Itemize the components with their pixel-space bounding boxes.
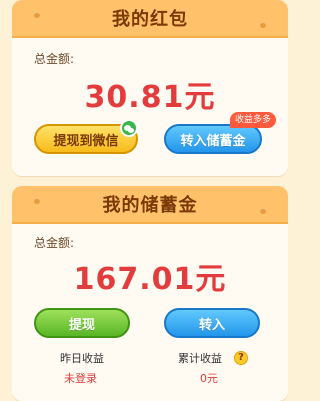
cumulative-earnings-label: 累计收益 [178,352,222,365]
nail-decoration [34,12,40,18]
savings-header: 我的储蓄金 [12,186,288,224]
red-envelope-total-label: 总金额: [34,52,75,66]
transfer-to-savings-button[interactable]: 转入储蓄金 [164,124,262,154]
wechat-icon [120,119,138,137]
bonus-badge: 收益多多 [230,112,277,128]
withdraw-label: 提现 [68,317,95,333]
savings-total-label: 总金额: [34,236,75,250]
transfer-in-button[interactable]: 转入 [164,308,260,338]
red-envelope-amount: 30.81元 [84,80,216,115]
yesterday-earnings-value: 未登录 [64,372,97,385]
cumulative-earnings-value: 0元 [200,372,218,385]
withdraw-to-wechat-label: 提现到微信 [53,133,119,149]
red-envelope-header: 我的红包 [12,0,288,38]
withdraw-button[interactable]: 提现 [34,308,130,338]
transfer-to-savings-label: 转入储蓄金 [180,133,246,149]
savings-amount: 167.01元 [73,262,227,297]
red-envelope-title: 我的红包 [112,9,188,30]
red-envelope-card: 我的红包 总金额: 30.81元 提现到微信 转入储蓄金 收益多多 [12,0,288,176]
nail-decoration [260,22,266,28]
savings-card: 我的储蓄金 总金额: 167.01元 提现 转入 昨日收益 未登录 累计收益 ?… [12,186,288,401]
transfer-in-label: 转入 [198,317,225,333]
nail-decoration [260,208,266,214]
nail-decoration [34,198,40,204]
yesterday-earnings-label: 昨日收益 [60,352,104,365]
help-icon[interactable]: ? [234,351,248,365]
savings-title: 我的储蓄金 [102,195,198,216]
